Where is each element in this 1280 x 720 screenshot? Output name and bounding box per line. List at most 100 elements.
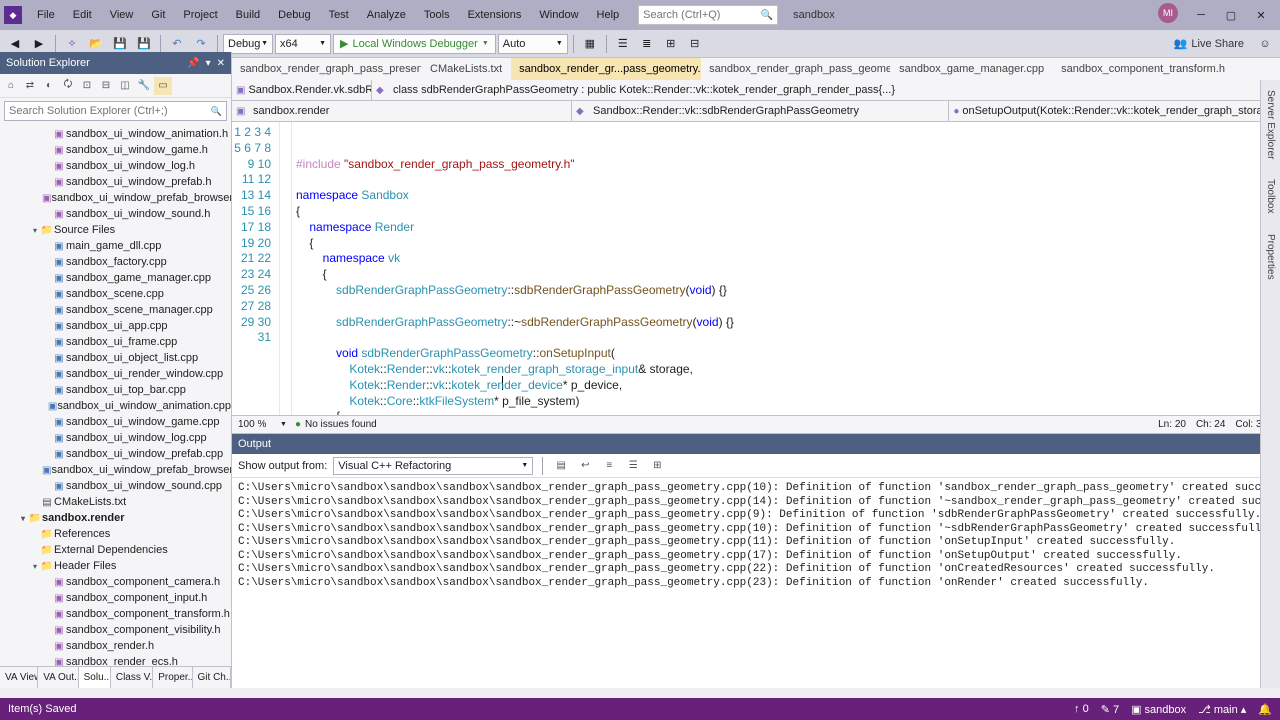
tree-node[interactable]: ▣sandbox_factory.cpp [0, 254, 231, 270]
tree-node[interactable]: ▣sandbox_ui_window_animation.h [0, 126, 231, 142]
config-dropdown[interactable]: Debug▼ [223, 34, 273, 54]
issues-indicator[interactable]: ●No issues found [295, 419, 377, 430]
menu-extensions[interactable]: Extensions [459, 3, 531, 27]
tree-node[interactable]: ▾📁Source Files [0, 222, 231, 238]
tree-node[interactable]: ▣sandbox_ui_window_sound.cpp [0, 478, 231, 494]
output-clear-icon[interactable]: ▤ [552, 457, 570, 475]
tree-node[interactable]: ▣sandbox_component_transform.h [0, 606, 231, 622]
close-button[interactable]: ✕ [1246, 3, 1276, 27]
solution-search[interactable]: 🔍 [4, 101, 227, 121]
sync-icon[interactable]: 🗘 [59, 77, 77, 95]
maximize-button[interactable]: ▢ [1216, 3, 1246, 27]
code-editor[interactable]: 1 2 3 4 5 6 7 8 9 10 11 12 13 14 15 16 1… [232, 122, 1280, 415]
solution-search-input[interactable] [9, 105, 211, 117]
user-avatar[interactable]: MI [1158, 3, 1178, 23]
home-icon[interactable]: ⌂ [2, 77, 20, 95]
editor-tab[interactable]: sandbox_game_manager.cpp [891, 58, 1053, 80]
nav-project-dropdown[interactable]: ▣Sandbox.Render.vk.sdbRen [232, 80, 372, 100]
sidebar-tab[interactable]: VA View [0, 667, 38, 688]
tree-node[interactable]: ▣sandbox_component_input.h [0, 590, 231, 606]
tree-node[interactable]: ▣sandbox_ui_window_game.cpp [0, 414, 231, 430]
tree-node[interactable]: ▣sandbox_ui_window_prefab.cpp [0, 446, 231, 462]
editor-tab[interactable]: CMakeLists.txt [422, 58, 511, 80]
notifications-icon[interactable]: 🔔 [1258, 703, 1272, 716]
search-input[interactable] [643, 9, 761, 21]
minimize-button[interactable]: ─ [1186, 3, 1216, 27]
menu-edit[interactable]: Edit [64, 3, 101, 27]
tree-node[interactable]: ▣sandbox_ui_app.cpp [0, 318, 231, 334]
sidebar-tab[interactable]: Solu... [79, 667, 111, 688]
sidebar-tab[interactable]: VA Out... [38, 667, 78, 688]
collapse-icon[interactable]: ⊟ [97, 77, 115, 95]
zoom-level[interactable]: 100 % [238, 419, 280, 430]
menu-git[interactable]: Git [142, 3, 174, 27]
start-debug-button[interactable]: ▶Local Windows Debugger▼ [333, 34, 496, 54]
tree-node[interactable]: ▣sandbox_game_manager.cpp [0, 270, 231, 286]
tree-node[interactable]: ▣sandbox_ui_window_animation.cpp [0, 398, 231, 414]
sidebar-tab[interactable]: Class V... [111, 667, 153, 688]
sidebar-tab[interactable]: Git Ch... [193, 667, 231, 688]
sidebar-tab[interactable]: Proper... [153, 667, 192, 688]
nav2-left[interactable]: ▣sandbox.render [232, 101, 572, 121]
output-nav-icon[interactable]: ⊞ [648, 457, 666, 475]
filter-icon[interactable]: ⊡ [78, 77, 96, 95]
tree-node[interactable]: ▾📁sandbox.render [0, 510, 231, 526]
tree-node[interactable]: ▣sandbox_scene_manager.cpp [0, 302, 231, 318]
tree-node[interactable]: ▣sandbox_ui_object_list.cpp [0, 350, 231, 366]
menu-window[interactable]: Window [530, 3, 587, 27]
nav2-mid[interactable]: ◆Sandbox::Render::vk::sdbRenderGraphPass… [572, 101, 949, 121]
tree-node[interactable]: 📁External Dependencies [0, 542, 231, 558]
repo-indicator[interactable]: ▣ sandbox [1131, 703, 1186, 716]
tree-node[interactable]: ▣sandbox_ui_window_game.h [0, 142, 231, 158]
warnings-indicator[interactable]: ✎ 7 [1101, 703, 1119, 716]
tree-node[interactable]: ▣sandbox_ui_window_prefab_browser.h [0, 190, 231, 206]
tree-node[interactable]: ▤CMakeLists.txt [0, 494, 231, 510]
tree-node[interactable]: 📁References [0, 526, 231, 542]
pin-icon[interactable]: 📌 [187, 58, 199, 69]
switch-views-icon[interactable]: ⇄ [21, 77, 39, 95]
platform-dropdown[interactable]: x64▼ [275, 34, 331, 54]
tree-node[interactable]: ▣sandbox_component_camera.h [0, 574, 231, 590]
menu-build[interactable]: Build [227, 3, 269, 27]
menu-help[interactable]: Help [588, 3, 629, 27]
tb-icon[interactable]: ☰ [612, 33, 634, 55]
editor-tab[interactable]: sandbox_render_graph_pass_present.h [232, 58, 422, 80]
properties-icon[interactable]: 🔧 [135, 77, 153, 95]
menu-debug[interactable]: Debug [269, 3, 319, 27]
vertical-tab[interactable]: Server Explorer [1265, 84, 1276, 165]
nav-scope-dropdown[interactable]: ◆class sdbRenderGraphPassGeometry : publ… [372, 80, 1280, 100]
tb-icon[interactable]: ≣ [636, 33, 658, 55]
feedback-button[interactable]: ☺ [1254, 33, 1276, 55]
menu-tools[interactable]: Tools [415, 3, 459, 27]
tree-node[interactable]: ▣sandbox_ui_top_bar.cpp [0, 382, 231, 398]
output-find-icon[interactable]: ☰ [624, 457, 642, 475]
menu-test[interactable]: Test [320, 3, 358, 27]
output-text[interactable]: C:\Users\micro\sandbox\sandbox\sandbox\s… [232, 478, 1280, 688]
pending-icon[interactable]: ◐ [40, 77, 58, 95]
menu-file[interactable]: File [28, 3, 64, 27]
tree-node[interactable]: ▣sandbox_ui_window_prefab.h [0, 174, 231, 190]
tree-node[interactable]: ▣sandbox_scene.cpp [0, 286, 231, 302]
solution-tree[interactable]: ▣sandbox_ui_window_animation.h▣sandbox_u… [0, 124, 231, 666]
live-share-button[interactable]: 👥 Live Share [1174, 37, 1252, 50]
tree-node[interactable]: ▣sandbox_ui_frame.cpp [0, 334, 231, 350]
output-wrap-icon[interactable]: ↩ [576, 457, 594, 475]
tree-node[interactable]: ▾📁Header Files [0, 558, 231, 574]
editor-tab[interactable]: sandbox_render_gr...pass_geometry.cpp✕ [511, 58, 701, 80]
startup-dropdown[interactable]: Auto▼ [498, 34, 568, 54]
preview-icon[interactable]: ▭ [154, 77, 172, 95]
menu-project[interactable]: Project [174, 3, 226, 27]
nav2-right[interactable]: ●onSetupOutput(Kotek::Render::vk::kotek_… [949, 101, 1280, 121]
fold-margin[interactable] [280, 122, 292, 415]
dropdown-icon[interactable]: ▾ [206, 58, 211, 69]
tree-node[interactable]: ▣sandbox_ui_window_log.h [0, 158, 231, 174]
tree-node[interactable]: ▣sandbox_ui_render_window.cpp [0, 366, 231, 382]
tree-node[interactable]: ▣sandbox_ui_window_log.cpp [0, 430, 231, 446]
tree-node[interactable]: ▣sandbox_render.h [0, 638, 231, 654]
show-all-icon[interactable]: ◫ [116, 77, 134, 95]
menu-view[interactable]: View [101, 3, 143, 27]
close-panel-icon[interactable]: ✕ [217, 58, 225, 69]
output-source-dropdown[interactable]: Visual C++ Refactoring▼ [333, 457, 533, 475]
tree-node[interactable]: ▣sandbox_render_ecs.h [0, 654, 231, 666]
tb-icon[interactable]: ⊟ [684, 33, 706, 55]
